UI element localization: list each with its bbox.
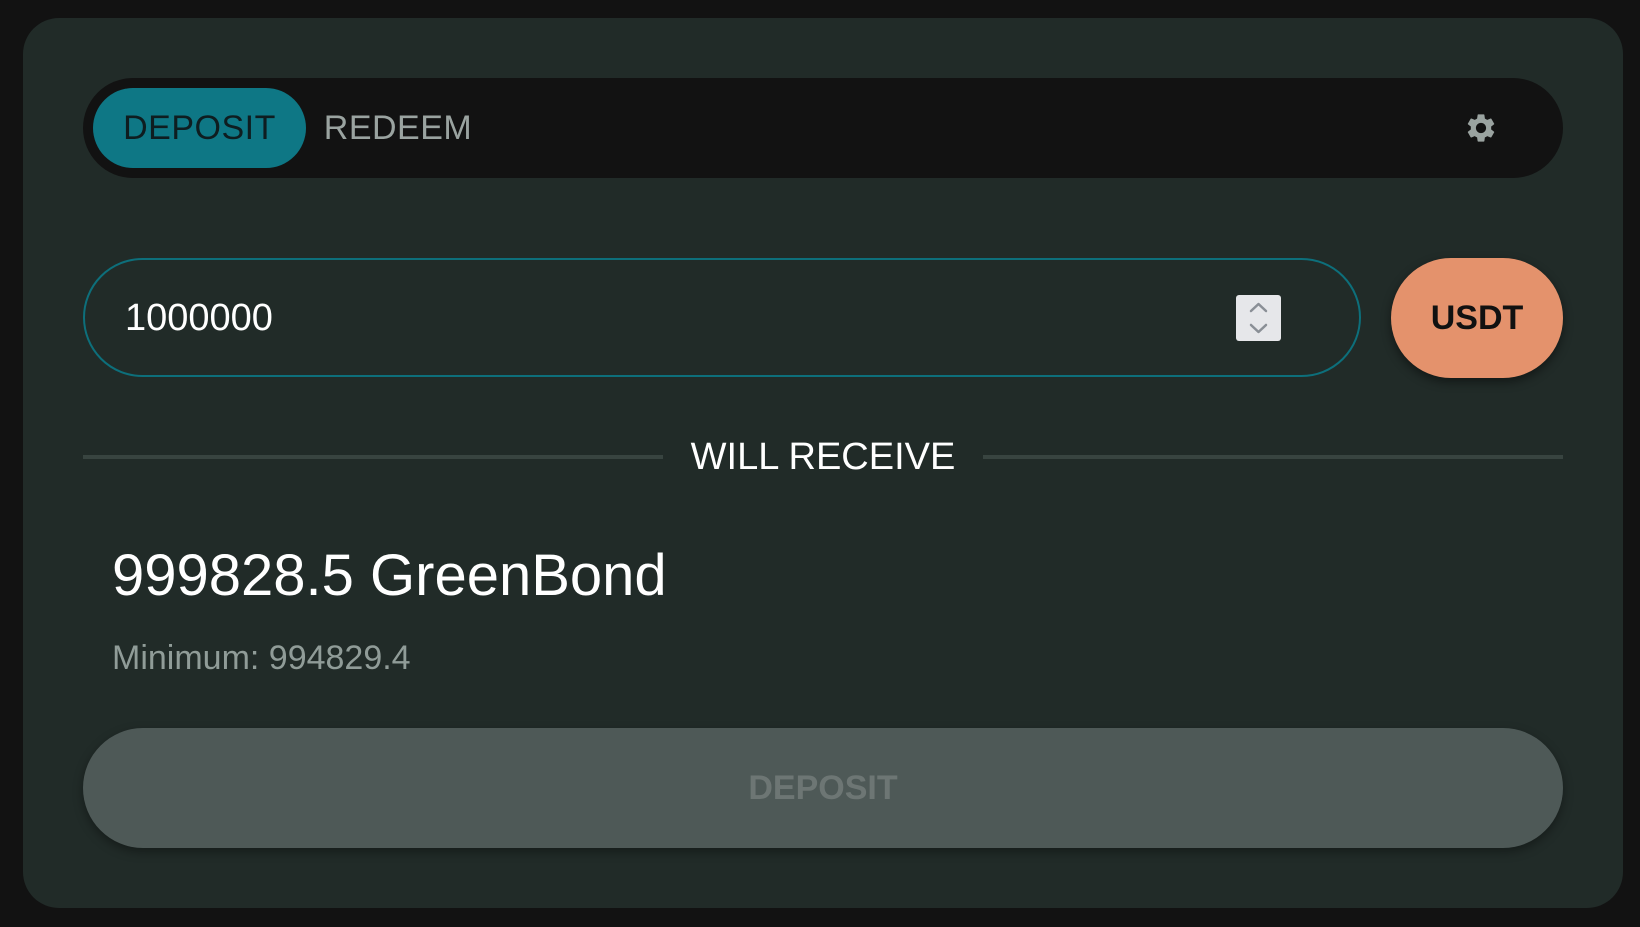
will-receive-heading: WILL RECEIVE [690, 436, 956, 478]
deposit-card: DEPOSIT REDEEM USDT WILL RECEIVE 999828.… [23, 18, 1623, 908]
amount-input[interactable] [125, 286, 1225, 350]
receive-amount: 999828.5 GreenBond [112, 543, 667, 608]
stepper-arrows-icon[interactable] [1236, 295, 1281, 341]
tab-deposit[interactable]: DEPOSIT [93, 88, 306, 168]
divider-left [83, 455, 663, 459]
minimum-amount: Minimum: 994829.4 [112, 639, 411, 677]
gear-icon[interactable] [1464, 111, 1498, 145]
divider-right [983, 455, 1563, 459]
currency-select-button[interactable]: USDT [1391, 258, 1563, 378]
mode-tab-bar: DEPOSIT REDEEM [83, 78, 1563, 178]
amount-field [83, 258, 1361, 377]
deposit-button[interactable]: DEPOSIT [83, 728, 1563, 848]
tab-redeem[interactable]: REDEEM [324, 88, 472, 168]
